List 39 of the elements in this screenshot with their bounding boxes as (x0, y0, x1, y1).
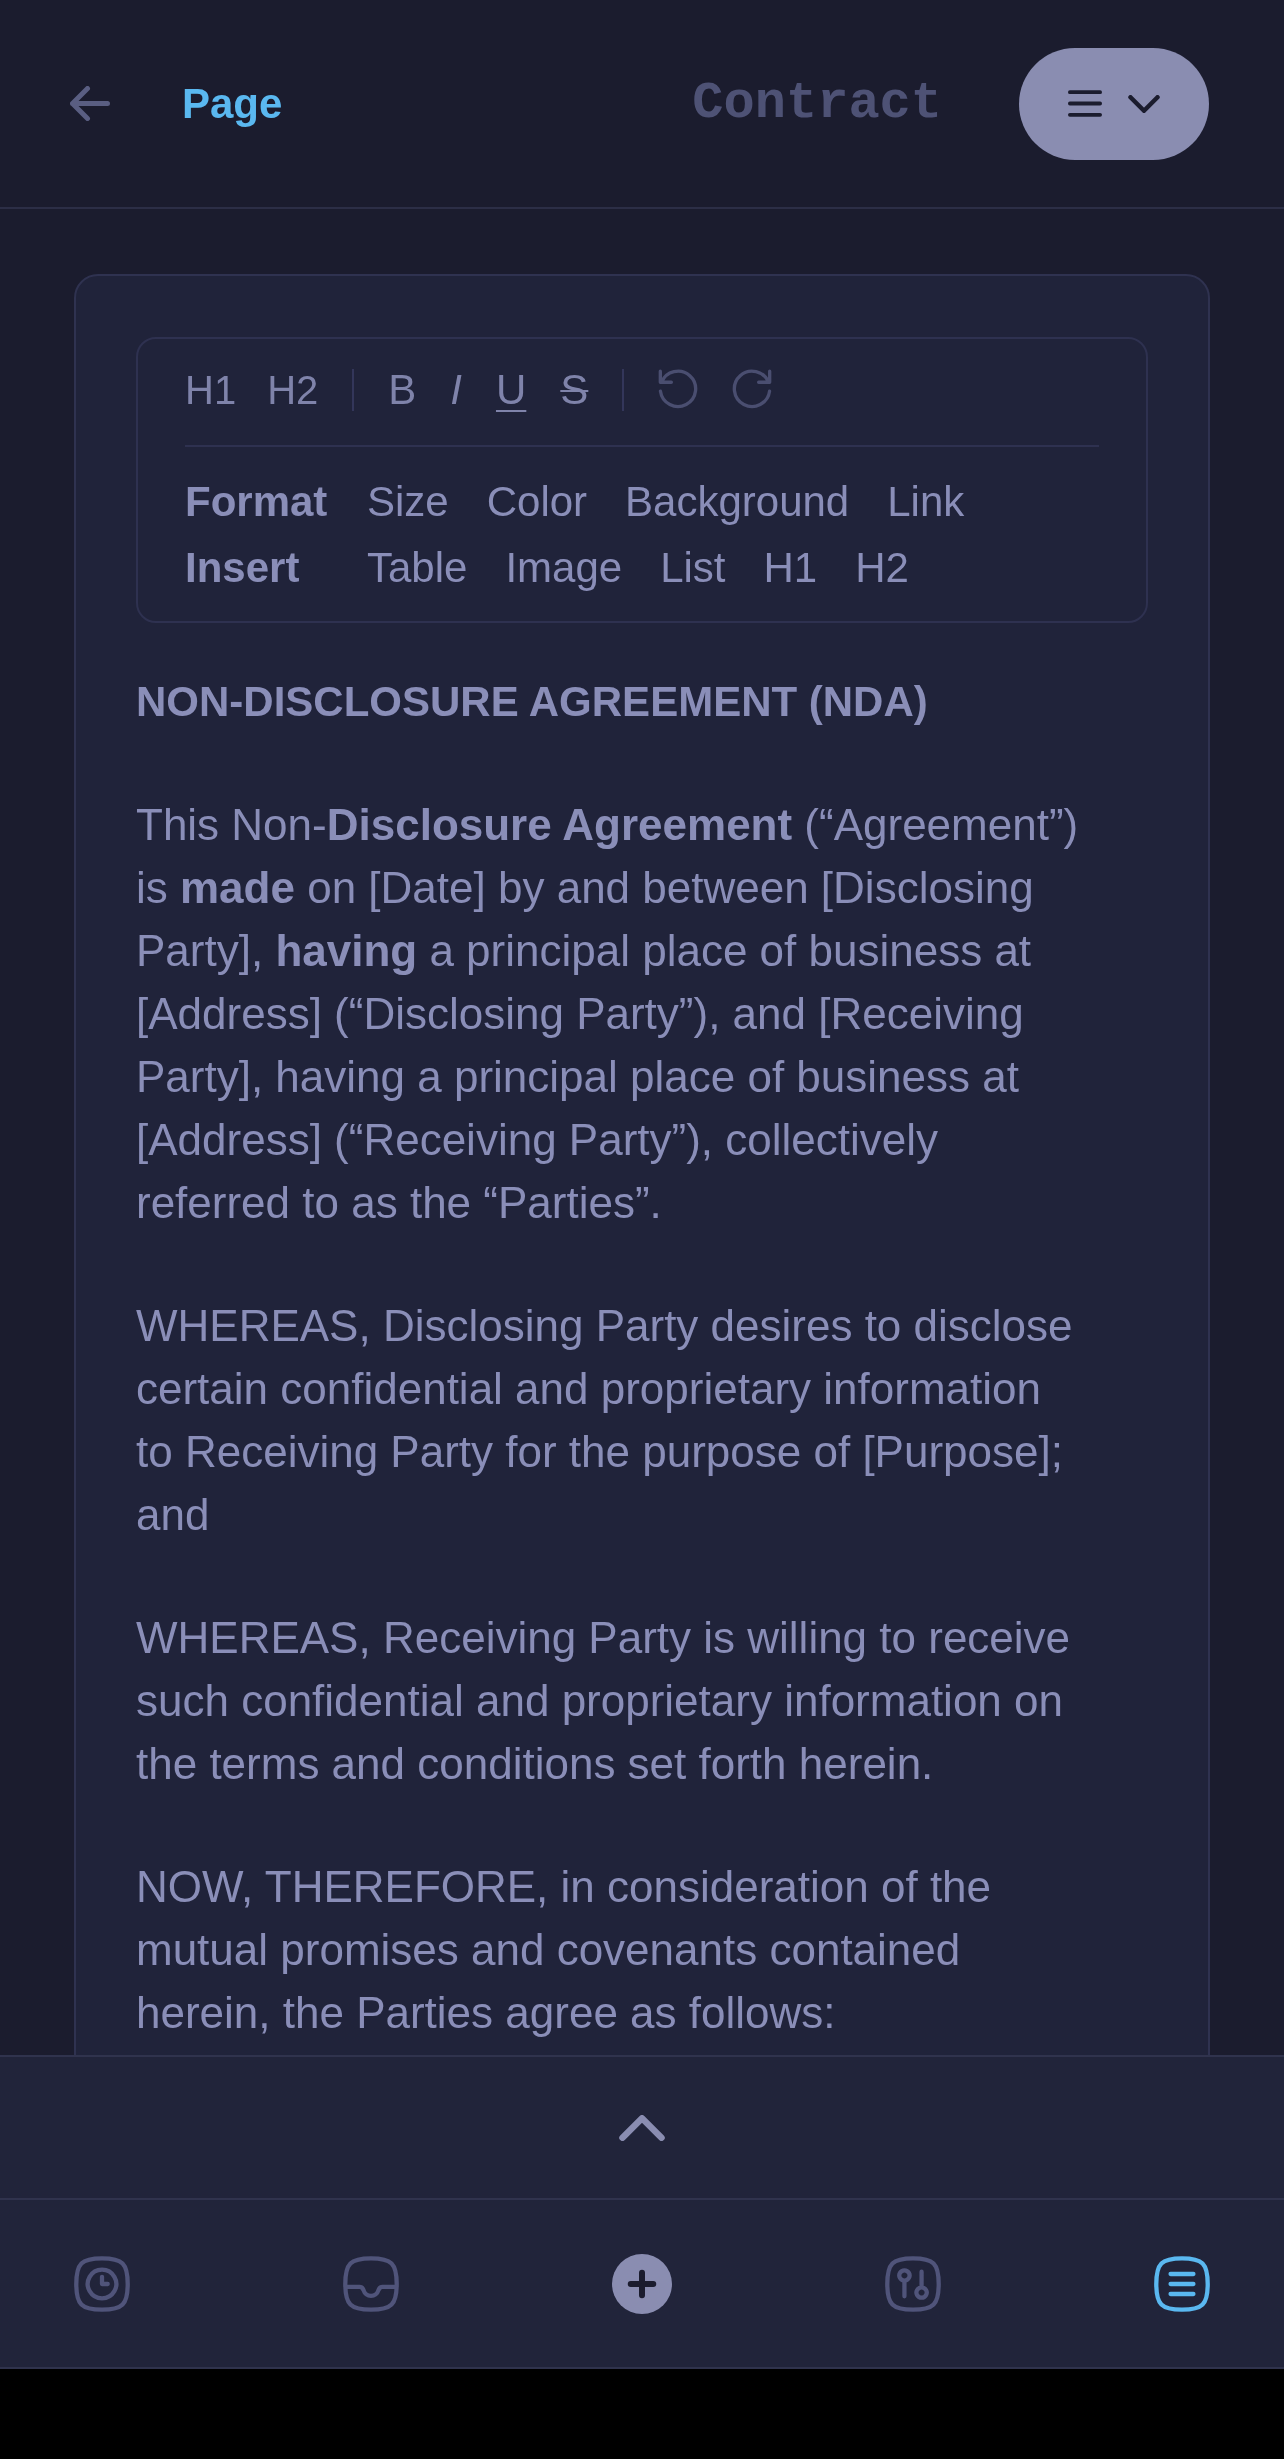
menu-item[interactable]: H1 (763, 547, 818, 589)
adjustments-icon (885, 2255, 941, 2312)
page-link[interactable]: Page (182, 82, 283, 125)
menu-item[interactable]: Table (367, 547, 468, 589)
menu-item[interactable]: H2 (855, 547, 909, 589)
menu-label: Format (185, 481, 329, 523)
bold-button[interactable]: B (388, 369, 417, 411)
menu-label: Insert (185, 547, 301, 589)
paragraph: NOW, THEREFORE, in consideration of the mutual promises and covenants contained herein, the Parties agree as follows: (136, 1861, 993, 2039)
list-icon (1154, 2255, 1210, 2312)
menu-item[interactable]: List (660, 547, 726, 589)
menu-item[interactable]: Image (505, 547, 623, 589)
menu-item[interactable]: Background (625, 481, 850, 523)
paragraph: This Non-Disclosure Agreement (“Agreement”) is made on [Date] by and between [Disclosing Party], having a principal place of business at [Address] (“Disclosing Party”), and [Receiving Party], having a principal place of business at [Address] (“Receiving Party”), collectively referred to as the “Parties”. (136, 799, 1080, 1229)
back-button[interactable] (70, 86, 110, 121)
chevron-up-icon (619, 2114, 665, 2141)
italic-button[interactable]: I (450, 369, 462, 411)
strikethrough-button[interactable]: S (560, 369, 589, 411)
heading-button[interactable]: H2 (267, 370, 319, 410)
nav-button[interactable] (1154, 2255, 1210, 2312)
redo-icon (732, 369, 773, 411)
expand-button[interactable] (619, 2114, 665, 2141)
inbox-icon (343, 2255, 399, 2312)
underline-button[interactable]: U (495, 369, 527, 411)
menu-item[interactable]: Size (367, 481, 449, 523)
heading-button[interactable]: H1 (185, 370, 237, 410)
menu-item[interactable]: Color (486, 481, 588, 523)
plus-circle-icon (612, 2253, 672, 2314)
clock-icon (74, 2255, 130, 2312)
menu-item[interactable]: Link (887, 481, 965, 523)
arrow-left-icon (70, 86, 110, 121)
menu-icon (1068, 90, 1102, 117)
document-title: NON-DISCLOSURE AGREEMENT (NDA) (136, 677, 929, 727)
paragraph: WHEREAS, Receiving Party is willing to receive such confidential and proprietary information on the terms and conditions set forth herein. (136, 1612, 1072, 1790)
undo-icon (658, 369, 699, 411)
add-button[interactable] (612, 2253, 672, 2314)
chevron-down-icon (1128, 94, 1160, 113)
page-title: Contract (692, 77, 942, 130)
paragraph: WHEREAS, Disclosing Party desires to disclose certain confidential and proprietary information to Receiving Party for the purpose of [Purpose]; and (136, 1300, 1074, 1541)
